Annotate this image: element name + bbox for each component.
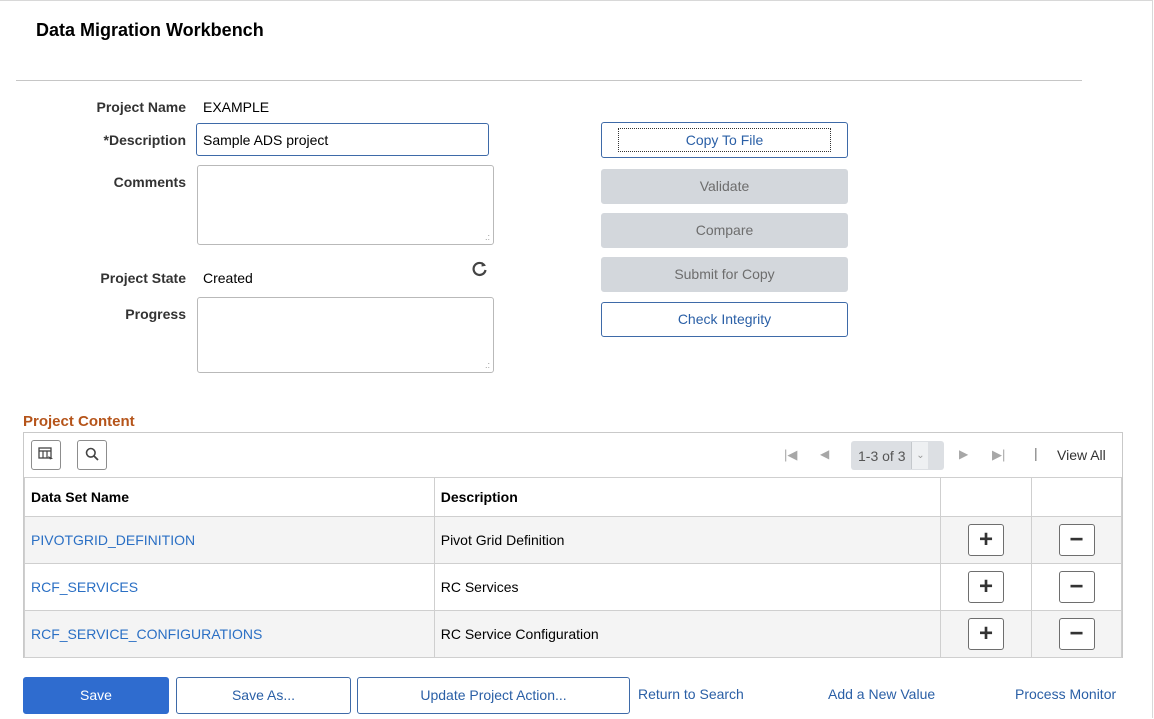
search-icon: [85, 447, 99, 464]
table-row: RCF_SERVICES RC Services + −: [24, 563, 1122, 611]
comments-label: Comments: [113, 174, 186, 190]
data-set-table: Data Set Name Description PIVOTGRID_DEFI…: [24, 477, 1122, 658]
resize-grip-icon[interactable]: .:: [485, 361, 490, 370]
add-row-icon[interactable]: +: [968, 618, 1005, 650]
next-page-icon[interactable]: ▶: [959, 447, 968, 461]
add-row-icon[interactable]: +: [968, 524, 1005, 556]
project-content-grid: |◀ ◀ 1-3 of 3 ⌄ ▶ ▶| | View All Data Set…: [23, 432, 1123, 658]
column-header-delete: [1031, 477, 1122, 517]
table-row: PIVOTGRID_DEFINITION Pivot Grid Definiti…: [24, 516, 1122, 564]
personalize-grid-button[interactable]: [31, 440, 61, 470]
table-row: RCF_SERVICE_CONFIGURATIONS RC Service Co…: [24, 610, 1122, 658]
process-monitor-link[interactable]: Process Monitor: [1015, 686, 1116, 702]
data-set-name-link[interactable]: PIVOTGRID_DEFINITION: [31, 532, 195, 548]
validate-button[interactable]: Validate: [601, 169, 848, 204]
add-row-icon[interactable]: +: [968, 571, 1005, 603]
save-button[interactable]: Save: [23, 677, 169, 714]
delete-row-icon[interactable]: −: [1058, 524, 1095, 556]
pager-divider: |: [1034, 445, 1038, 461]
chevron-down-icon: ⌄: [911, 442, 929, 469]
data-set-description: RC Services: [433, 563, 942, 611]
header-divider: [16, 80, 1082, 81]
project-name-value: EXAMPLE: [203, 99, 270, 115]
compare-button[interactable]: Compare: [601, 213, 848, 248]
comments-textarea[interactable]: .:: [197, 165, 494, 245]
table-header-row: Data Set Name Description: [24, 477, 1122, 517]
grid-search-button[interactable]: [77, 440, 107, 470]
copy-to-file-button[interactable]: Copy To File: [601, 122, 848, 158]
pager-range-text: 1-3 of 3: [858, 447, 906, 464]
column-header-add: [940, 477, 1033, 517]
refresh-icon[interactable]: [470, 259, 490, 279]
focus-ring: [618, 128, 831, 152]
description-label: *Description: [103, 132, 186, 148]
check-integrity-button[interactable]: Check Integrity: [601, 302, 848, 337]
page-title: Data Migration Workbench: [36, 20, 264, 40]
pager-range-select[interactable]: 1-3 of 3 ⌄: [851, 441, 944, 470]
personalize-grid-icon: [38, 446, 54, 464]
project-state-value: Created: [203, 270, 253, 286]
column-header-data-set-name: Data Set Name: [24, 477, 435, 517]
save-as-button[interactable]: Save As...: [176, 677, 351, 714]
delete-row-icon[interactable]: −: [1058, 618, 1095, 650]
data-set-name-link[interactable]: RCF_SERVICE_CONFIGURATIONS: [31, 626, 262, 642]
view-all-link[interactable]: View All: [1057, 447, 1106, 463]
previous-page-icon[interactable]: ◀: [820, 447, 829, 461]
column-header-description: Description: [433, 477, 942, 517]
progress-textarea[interactable]: .:: [197, 297, 494, 373]
data-set-description: RC Service Configuration: [433, 610, 942, 658]
data-set-description: Pivot Grid Definition: [433, 516, 942, 564]
data-set-name-link[interactable]: RCF_SERVICES: [31, 579, 138, 595]
delete-row-icon[interactable]: −: [1058, 571, 1095, 603]
project-state-label: Project State: [100, 270, 186, 286]
project-name-label: Project Name: [96, 99, 186, 115]
first-page-icon[interactable]: |◀: [784, 447, 797, 463]
return-to-search-link[interactable]: Return to Search: [638, 686, 744, 702]
last-page-icon[interactable]: ▶|: [992, 447, 1005, 463]
add-new-value-link[interactable]: Add a New Value: [828, 686, 935, 702]
resize-grip-icon[interactable]: .:: [485, 233, 490, 242]
update-project-action-button[interactable]: Update Project Action...: [357, 677, 630, 714]
description-field[interactable]: [196, 123, 489, 156]
project-content-title: Project Content: [23, 413, 135, 430]
submit-for-copy-button[interactable]: Submit for Copy: [601, 257, 848, 292]
progress-label: Progress: [125, 306, 186, 322]
